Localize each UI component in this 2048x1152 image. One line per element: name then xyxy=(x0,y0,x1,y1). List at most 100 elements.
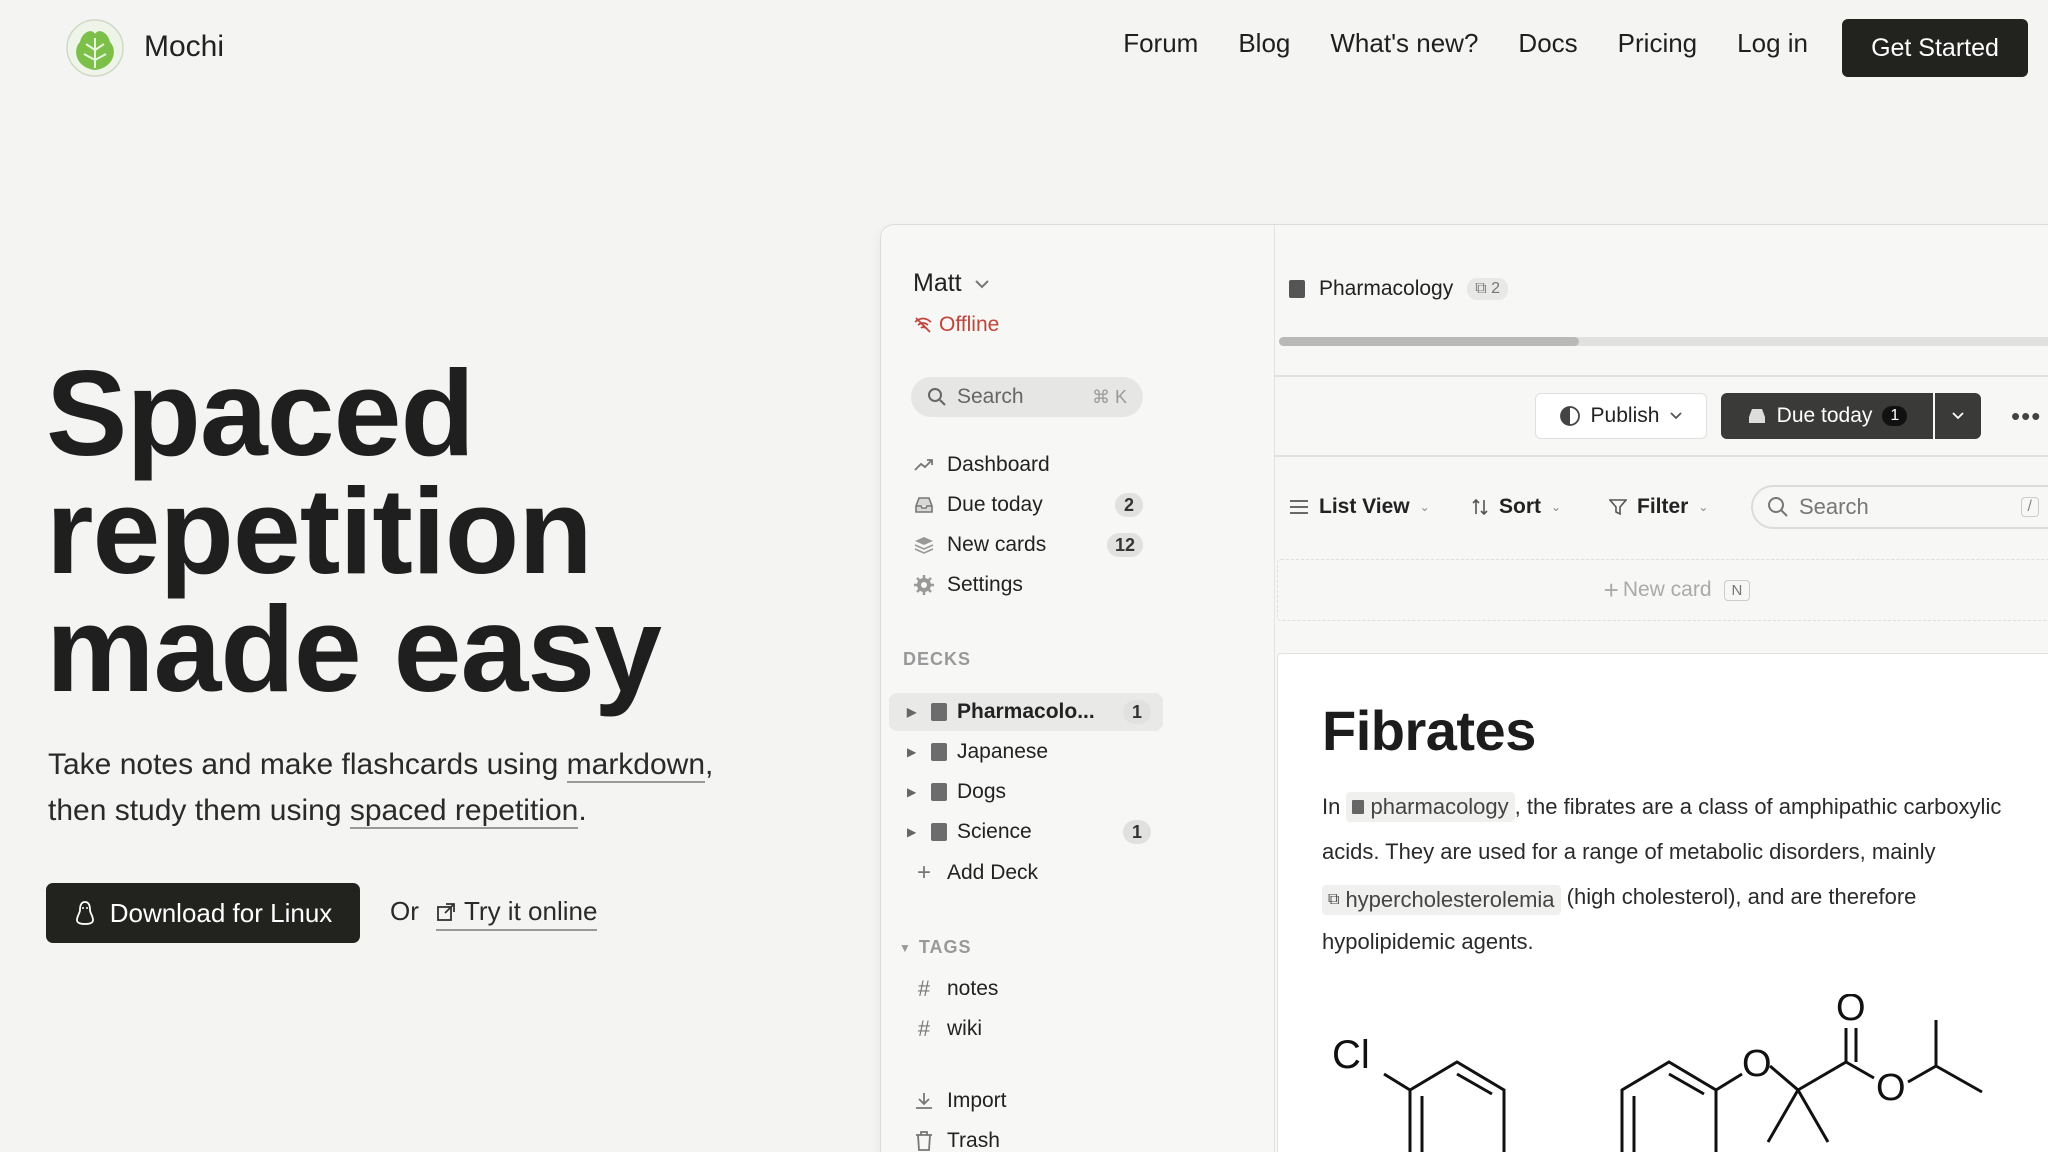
import-button[interactable]: Import xyxy=(913,1089,1143,1113)
deck-item-science[interactable]: ▶ Science 1 xyxy=(889,813,1163,851)
nav-whats-new-link[interactable]: What's new? xyxy=(1330,28,1478,59)
plus-icon: + xyxy=(1603,574,1619,605)
hash-icon: # xyxy=(917,976,931,1001)
sidebar-item-label: Due today xyxy=(947,493,1043,516)
expand-triangle-icon[interactable]: ▶ xyxy=(907,705,921,719)
globe-icon xyxy=(1559,406,1580,426)
get-started-button[interactable]: Get Started xyxy=(1842,19,2028,77)
deck-title[interactable]: Pharmacology xyxy=(1319,277,1453,301)
search-shortcut: ⌘ K xyxy=(1091,386,1127,407)
filter-label: Filter xyxy=(1637,495,1689,518)
deck-item-dogs[interactable]: ▶ Dogs xyxy=(889,773,1163,811)
hash-icon: # xyxy=(917,1016,931,1041)
new-card-shortcut: N xyxy=(1723,579,1751,601)
divider xyxy=(1275,455,2048,457)
hero-title-line: repetition xyxy=(46,463,593,599)
due-today-button[interactable]: Due today 1 xyxy=(1721,393,1933,439)
sidebar-item-settings[interactable]: Settings xyxy=(913,573,1143,597)
hero-title-line: Spaced xyxy=(46,345,475,481)
deck-breadcrumb: Pharmacology ⧉ 2 xyxy=(1289,277,1509,301)
layers-icon xyxy=(913,534,935,556)
sort-label: Sort xyxy=(1499,495,1541,518)
fibrate-structure-diagram: Cl O O O xyxy=(1332,994,1983,1152)
trash-label: Trash xyxy=(947,1129,1000,1152)
trash-button[interactable]: Trash xyxy=(913,1129,1143,1152)
list-view-dropdown[interactable]: List View ⌄ xyxy=(1289,495,1430,519)
expand-triangle-icon[interactable]: ▶ xyxy=(907,785,921,799)
mochi-logo-icon[interactable] xyxy=(62,18,128,78)
deck-label: Japanese xyxy=(957,740,1049,763)
chem-o-label: O xyxy=(1836,994,1866,1029)
add-deck-button[interactable]: + Add Deck xyxy=(913,859,1143,886)
card-text: In xyxy=(1322,794,1347,819)
chevron-down-icon: ⌄ xyxy=(1698,500,1709,514)
card-link-icon: ⧉ xyxy=(1328,891,1340,908)
divider xyxy=(1275,375,2048,377)
deck-badge: 1 xyxy=(1123,700,1151,724)
deck-count-value: 2 xyxy=(1491,280,1501,297)
nav-blog-link[interactable]: Blog xyxy=(1238,28,1290,59)
tag-item-notes[interactable]: # notes xyxy=(913,976,1143,1001)
deck-label: Dogs xyxy=(957,780,1007,803)
sidebar-item-dashboard[interactable]: Dashboard xyxy=(913,453,1143,477)
nav-forum-link[interactable]: Forum xyxy=(1123,28,1198,59)
chem-cl-label: Cl xyxy=(1332,1033,1370,1077)
due-today-count: 1 xyxy=(1882,406,1908,426)
external-link-icon xyxy=(437,902,455,921)
sort-dropdown[interactable]: Sort ⌄ xyxy=(1471,495,1561,519)
tag-item-wiki[interactable]: # wiki xyxy=(913,1016,1143,1041)
deck-badge: 1 xyxy=(1123,820,1151,844)
deck-item-pharmacology[interactable]: ▶ Pharmacolo... 1 xyxy=(889,693,1163,731)
pharmacology-link-chip[interactable]: pharmacology xyxy=(1346,792,1515,822)
try-online-link[interactable]: Try it online xyxy=(436,896,598,931)
sidebar-item-due-today[interactable]: Due today 2 xyxy=(913,493,1143,517)
chevron-down-icon xyxy=(1952,412,1964,420)
nav-pricing-link[interactable]: Pricing xyxy=(1618,28,1697,59)
try-online-label: Try it online xyxy=(464,896,598,926)
card-search-input[interactable]: Search / xyxy=(1751,485,2048,529)
due-today-dropdown-button[interactable] xyxy=(1935,393,1981,439)
sidebar-search[interactable]: Search ⌘ K xyxy=(911,377,1143,417)
user-menu[interactable]: Matt xyxy=(913,269,990,298)
filter-icon xyxy=(1609,499,1627,516)
deck-item-japanese[interactable]: ▶ Japanese xyxy=(889,733,1163,771)
brand-name[interactable]: Mochi xyxy=(144,30,224,64)
card-preview[interactable]: Fibrates In pharmacology, the fibrates a… xyxy=(1277,653,2048,1152)
expand-triangle-icon[interactable]: ▶ xyxy=(907,825,921,839)
sidebar-item-new-cards[interactable]: New cards 12 xyxy=(913,533,1143,557)
spaced-repetition-link[interactable]: spaced repetition xyxy=(349,794,579,829)
expand-triangle-icon[interactable]: ▶ xyxy=(907,745,921,759)
markdown-link[interactable]: markdown xyxy=(566,748,706,783)
tag-label: wiki xyxy=(947,1017,982,1040)
new-card-button[interactable]: + New card N xyxy=(1277,559,2048,621)
import-label: Import xyxy=(947,1089,1007,1112)
chem-o-label: O xyxy=(1876,1067,1906,1109)
inbox-icon xyxy=(1748,409,1765,423)
chevron-down-icon: ⌄ xyxy=(1551,500,1562,514)
sidebar: Matt Offline Search ⌘ K Dashboard Due to… xyxy=(881,225,1275,1152)
hero-sub-text: . xyxy=(578,794,587,827)
offline-label: Offline xyxy=(939,313,1000,336)
deck-progress-bar xyxy=(1279,337,2048,346)
progress-fill xyxy=(1279,337,1580,346)
deck-label: Science xyxy=(957,820,1032,843)
hero-title: Spaced repetition made easy xyxy=(46,345,662,710)
nav-docs-link[interactable]: Docs xyxy=(1518,28,1577,59)
chevron-down-icon xyxy=(974,279,989,288)
publish-button[interactable]: Publish xyxy=(1535,393,1707,439)
deck-book-icon xyxy=(931,703,947,721)
list-icon xyxy=(1290,500,1308,514)
tags-section-toggle[interactable]: ▼ TAGS xyxy=(899,937,1129,958)
app-preview-window: Matt Offline Search ⌘ K Dashboard Due to… xyxy=(880,224,2048,1152)
download-icon xyxy=(913,1090,935,1112)
list-view-label: List View xyxy=(1319,495,1410,518)
more-options-icon[interactable]: ••• xyxy=(2011,401,2041,432)
deck-book-icon xyxy=(1289,280,1305,298)
offline-status: Offline xyxy=(913,313,999,337)
download-linux-button[interactable]: Download for Linux xyxy=(46,883,360,943)
nav-login-link[interactable]: Log in xyxy=(1737,28,1808,59)
hypercholesterolemia-link-chip[interactable]: ⧉ hypercholesterolemia xyxy=(1322,885,1561,915)
hero-sub-text: Take notes and make flashcards using xyxy=(48,748,567,781)
deck-book-icon xyxy=(931,743,947,761)
filter-dropdown[interactable]: Filter ⌄ xyxy=(1609,495,1708,519)
